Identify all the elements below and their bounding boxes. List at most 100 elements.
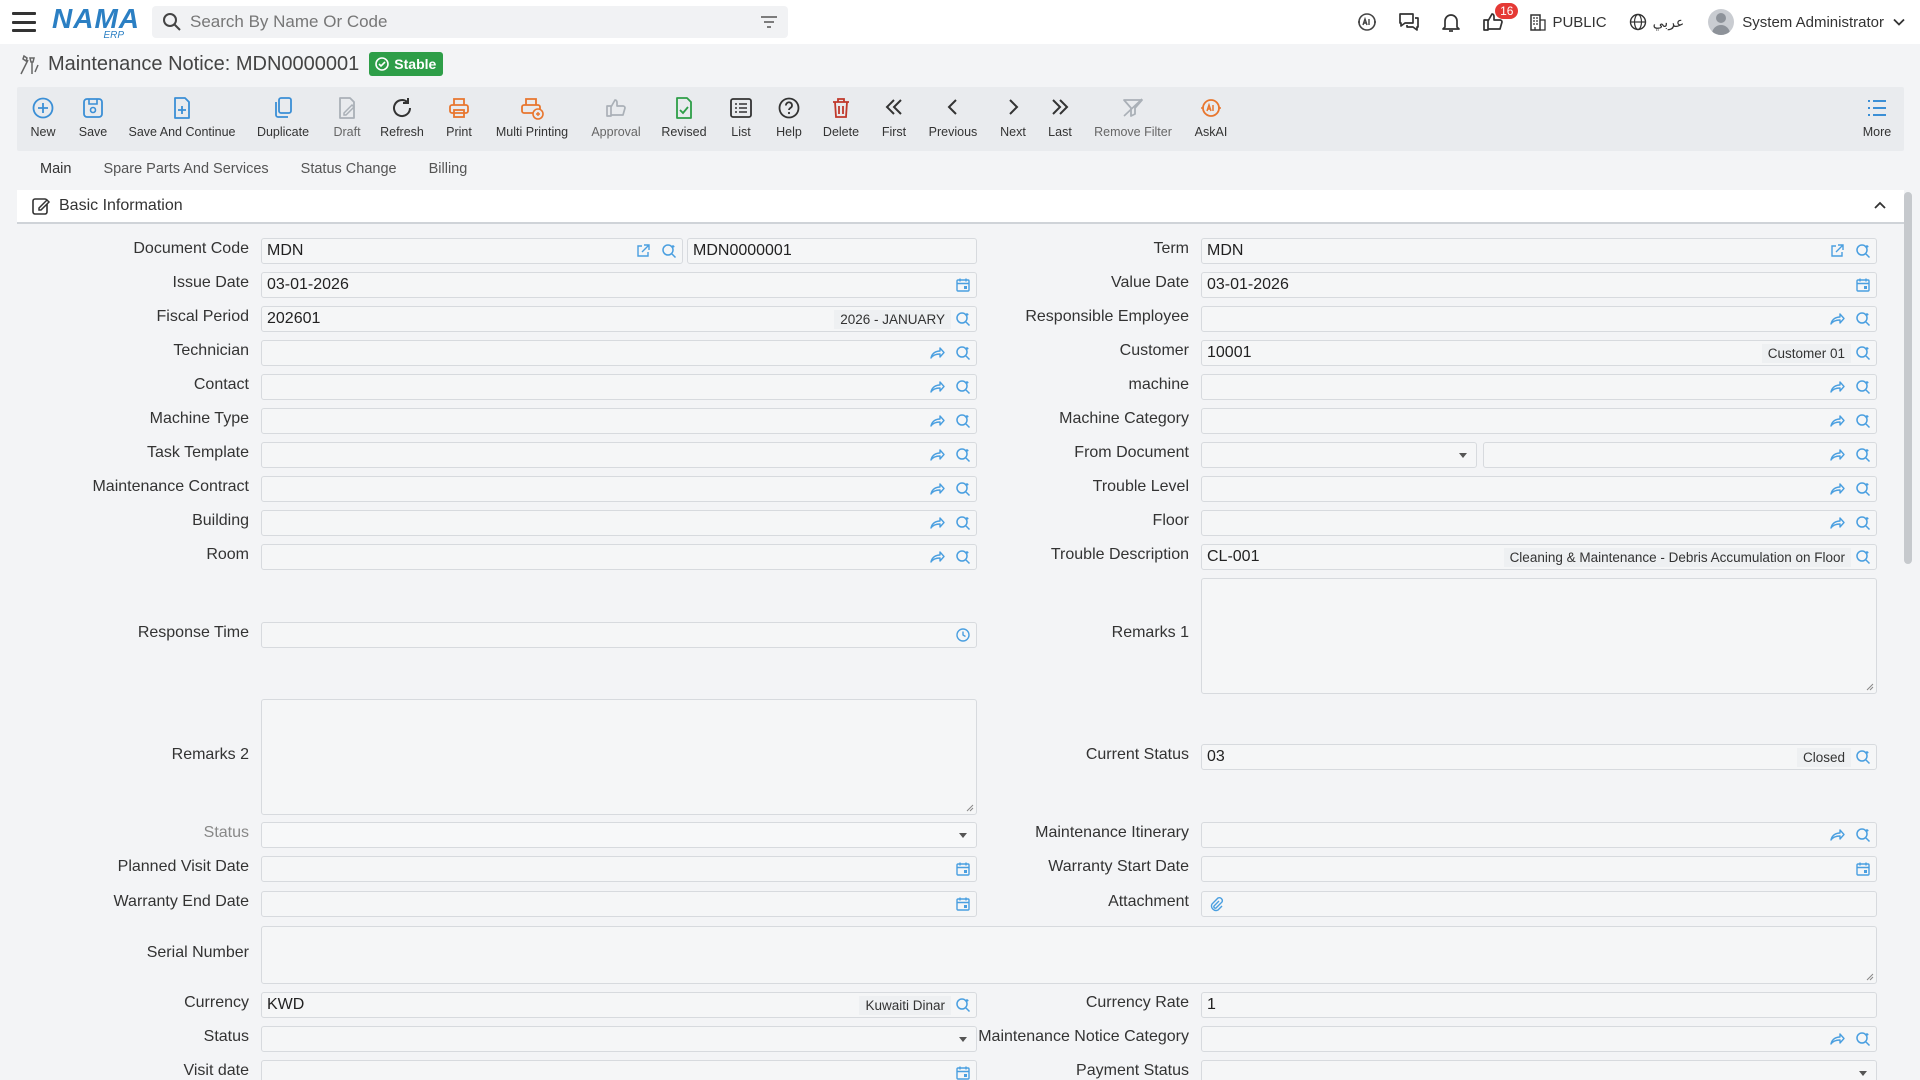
value-date-field[interactable]: 03-01-2026 [1201, 272, 1877, 298]
contact-field[interactable] [261, 374, 977, 400]
branch-selector[interactable]: PUBLIC [1528, 12, 1607, 32]
remarks-2-textarea[interactable] [261, 699, 977, 815]
caret-down-icon[interactable] [1455, 447, 1471, 463]
current-status-field[interactable]: 03 Closed [1201, 744, 1877, 770]
filter-icon[interactable] [760, 15, 778, 29]
share-icon[interactable] [1829, 413, 1845, 429]
lookup-icon[interactable] [1855, 413, 1871, 429]
fiscal-period-field[interactable]: 202601 2026 - JANUARY [261, 306, 977, 332]
multi-printing-button[interactable]: Multi Printing [493, 87, 571, 151]
search-input[interactable] [190, 12, 760, 32]
clock-icon[interactable] [955, 627, 971, 643]
resize-grip-icon[interactable] [966, 804, 974, 812]
lookup-icon[interactable] [955, 379, 971, 395]
caret-down-icon[interactable] [1855, 1065, 1871, 1080]
paperclip-icon[interactable] [1208, 896, 1224, 912]
askai-button[interactable]: AskAI [1191, 87, 1231, 151]
machine-category-field[interactable] [1201, 408, 1877, 434]
share-icon[interactable] [929, 481, 945, 497]
chat-icon[interactable] [1396, 9, 1422, 35]
machine-field[interactable] [1201, 374, 1877, 400]
revised-button[interactable]: Revised [659, 87, 709, 151]
floor-field[interactable] [1201, 510, 1877, 536]
currency-rate-field[interactable]: 1 [1201, 992, 1877, 1018]
tasks-icon[interactable]: 16 [1480, 3, 1519, 35]
lookup-icon[interactable] [955, 311, 971, 327]
share-icon[interactable] [929, 447, 945, 463]
maintenance-itinerary-field[interactable] [1201, 822, 1877, 848]
maintenance-contract-field[interactable] [261, 476, 977, 502]
ai-assistant-icon[interactable] [1354, 9, 1380, 35]
calendar-icon[interactable] [1855, 277, 1871, 293]
from-document-type-select[interactable] [1201, 442, 1477, 468]
share-icon[interactable] [1829, 379, 1845, 395]
resize-grip-icon[interactable] [1866, 683, 1874, 691]
language-selector[interactable]: عربي [1629, 13, 1684, 31]
customer-field[interactable]: 10001 Customer 01 [1201, 340, 1877, 366]
more-button[interactable]: More [1859, 87, 1895, 151]
lookup-icon[interactable] [955, 549, 971, 565]
lookup-icon[interactable] [1855, 243, 1871, 259]
tab-status-change[interactable]: Status Change [289, 158, 409, 188]
save-and-continue-button[interactable]: Save And Continue [128, 87, 236, 151]
lookup-icon[interactable] [955, 413, 971, 429]
calendar-icon[interactable] [955, 1065, 971, 1080]
share-icon[interactable] [1829, 447, 1845, 463]
building-field[interactable] [261, 510, 977, 536]
share-icon[interactable] [1829, 515, 1845, 531]
lookup-icon[interactable] [1855, 311, 1871, 327]
lookup-icon[interactable] [1855, 379, 1871, 395]
share-icon[interactable] [929, 515, 945, 531]
approval-button[interactable]: Approval [589, 87, 643, 151]
calendar-icon[interactable] [955, 277, 971, 293]
from-document-field[interactable] [1483, 442, 1877, 468]
print-button[interactable]: Print [441, 87, 477, 151]
open-external-icon[interactable] [635, 243, 651, 259]
status-select[interactable] [261, 822, 977, 848]
share-icon[interactable] [929, 413, 945, 429]
share-icon[interactable] [929, 345, 945, 361]
lookup-icon[interactable] [955, 447, 971, 463]
share-icon[interactable] [929, 379, 945, 395]
share-icon[interactable] [929, 549, 945, 565]
list-button[interactable]: List [727, 87, 755, 151]
lookup-icon[interactable] [1855, 515, 1871, 531]
tab-billing[interactable]: Billing [417, 158, 480, 188]
room-field[interactable] [261, 544, 977, 570]
caret-down-icon[interactable] [955, 1031, 971, 1047]
lookup-icon[interactable] [1855, 1031, 1871, 1047]
new-button[interactable]: New [25, 87, 61, 151]
currency-field[interactable]: KWD Kuwaiti Dinar [261, 992, 977, 1018]
serial-number-textarea[interactable] [261, 926, 1877, 984]
calendar-icon[interactable] [955, 896, 971, 912]
share-icon[interactable] [1829, 1031, 1845, 1047]
visit-date-field[interactable] [261, 1060, 977, 1080]
trouble-description-field[interactable]: CL-001 Cleaning & Maintenance - Debris A… [1201, 544, 1877, 570]
refresh-button[interactable]: Refresh [379, 87, 425, 151]
share-icon[interactable] [1829, 311, 1845, 327]
last-button[interactable]: Last [1045, 87, 1075, 151]
first-button[interactable]: First [879, 87, 909, 151]
remove-filter-button[interactable]: Remove Filter [1093, 87, 1173, 151]
share-icon[interactable] [1829, 827, 1845, 843]
machine-type-field[interactable] [261, 408, 977, 434]
attachment-field[interactable] [1201, 891, 1877, 917]
calendar-icon[interactable] [955, 861, 971, 877]
planned-visit-date-field[interactable] [261, 856, 977, 882]
response-time-field[interactable] [261, 622, 977, 648]
chevron-up-icon[interactable] [1872, 198, 1888, 214]
open-external-icon[interactable] [1829, 243, 1845, 259]
lookup-icon[interactable] [1855, 481, 1871, 497]
form-scrollbar[interactable] [1904, 192, 1912, 564]
warranty-end-date-field[interactable] [261, 891, 977, 917]
resize-grip-icon[interactable] [1866, 973, 1874, 981]
caret-down-icon[interactable] [955, 827, 971, 843]
lookup-icon[interactable] [955, 515, 971, 531]
lookup-icon[interactable] [1855, 549, 1871, 565]
document-code-field[interactable]: MDN [261, 238, 683, 264]
lookup-icon[interactable] [1855, 447, 1871, 463]
lookup-icon[interactable] [661, 243, 677, 259]
help-button[interactable]: Help [773, 87, 805, 151]
lookup-icon[interactable] [1855, 827, 1871, 843]
basic-information-header[interactable]: Basic Information [17, 190, 1904, 224]
